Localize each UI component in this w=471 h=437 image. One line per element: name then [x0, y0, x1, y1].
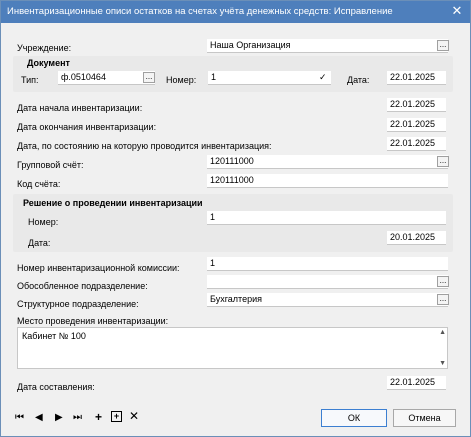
checkmark-icon: ✓	[319, 72, 327, 82]
end-date-label: Дата окончания инвентаризации:	[17, 122, 157, 132]
separate-division-select-button[interactable]: ...	[437, 276, 449, 287]
decision-group-title: Решение о проведении инвентаризации	[23, 198, 203, 208]
decision-number-label: Номер:	[28, 217, 59, 227]
structural-division-select-button[interactable]: ...	[437, 294, 449, 305]
institution-select-button[interactable]: ...	[437, 40, 449, 51]
group-account-field[interactable]: 120111000	[207, 155, 448, 169]
doc-type-label: Тип:	[21, 75, 39, 85]
separate-division-label: Обособленное подразделение:	[17, 281, 148, 291]
structural-division-label: Структурное подразделение:	[17, 299, 139, 309]
doc-date-field[interactable]: 22.01.2025	[387, 71, 446, 85]
cancel-button[interactable]: Отмена	[393, 409, 456, 427]
scroll-up-icon[interactable]: ▲	[439, 329, 446, 336]
commission-field[interactable]: 1	[207, 257, 448, 271]
institution-label: Учреждение:	[17, 43, 72, 53]
decision-date-field[interactable]: 20.01.2025	[387, 231, 446, 245]
document-group-title: Документ	[27, 58, 70, 68]
structural-division-field[interactable]: Бухгалтерия	[207, 293, 448, 307]
copy-record-icon[interactable]: +	[111, 411, 122, 422]
account-code-field[interactable]: 120111000	[207, 174, 448, 188]
start-date-label: Дата начала инвентаризации:	[17, 103, 143, 113]
add-record-icon[interactable]: +	[95, 411, 102, 423]
doc-type-field[interactable]: ф.0510464	[58, 71, 155, 85]
group-account-label: Групповой счёт:	[17, 160, 84, 170]
place-label: Место проведения инвентаризации:	[17, 316, 169, 326]
decision-date-label: Дата:	[28, 238, 51, 248]
dialog-window: Инвентаризационные описи остатков на сче…	[0, 0, 471, 437]
institution-field[interactable]: Наша Организация	[207, 39, 448, 53]
ok-button[interactable]: ОК	[321, 409, 387, 427]
account-code-label: Код счёта:	[17, 179, 61, 189]
doc-date-label: Дата:	[347, 75, 370, 85]
commission-label: Номер инвентаризационной комиссии:	[17, 263, 180, 273]
separate-division-field[interactable]	[207, 275, 448, 289]
compiled-date-field[interactable]: 22.01.2025	[387, 376, 446, 390]
first-record-icon[interactable]: ⏮	[15, 413, 24, 423]
next-record-icon[interactable]: ▶	[55, 413, 63, 423]
prev-record-icon[interactable]: ◀	[35, 413, 43, 423]
delete-record-icon[interactable]: ✕	[129, 410, 139, 422]
doc-type-select-button[interactable]: ...	[143, 72, 155, 83]
scroll-down-icon[interactable]: ▼	[439, 360, 446, 367]
compiled-date-label: Дата составления:	[17, 382, 95, 392]
group-account-select-button[interactable]: ...	[437, 156, 449, 167]
title-bar[interactable]: Инвентаризационные описи остатков на сче…	[1, 1, 470, 23]
place-textarea[interactable]: Кабинет № 100 ▲ ▼	[17, 327, 448, 369]
doc-number-field[interactable]: 1	[208, 71, 331, 85]
place-text: Кабинет № 100	[22, 331, 86, 341]
decision-number-field[interactable]: 1	[207, 211, 446, 225]
doc-number-label: Номер:	[166, 75, 197, 85]
window-title: Инвентаризационные описи остатков на сче…	[7, 6, 393, 17]
close-icon[interactable]: ✕	[450, 3, 464, 19]
asof-date-label: Дата, по состоянию на которую проводится…	[17, 141, 272, 151]
last-record-icon[interactable]: ⏭	[73, 413, 82, 423]
start-date-field[interactable]: 22.01.2025	[387, 98, 446, 112]
asof-date-field[interactable]: 22.01.2025	[387, 137, 446, 151]
end-date-field[interactable]: 22.01.2025	[387, 118, 446, 132]
